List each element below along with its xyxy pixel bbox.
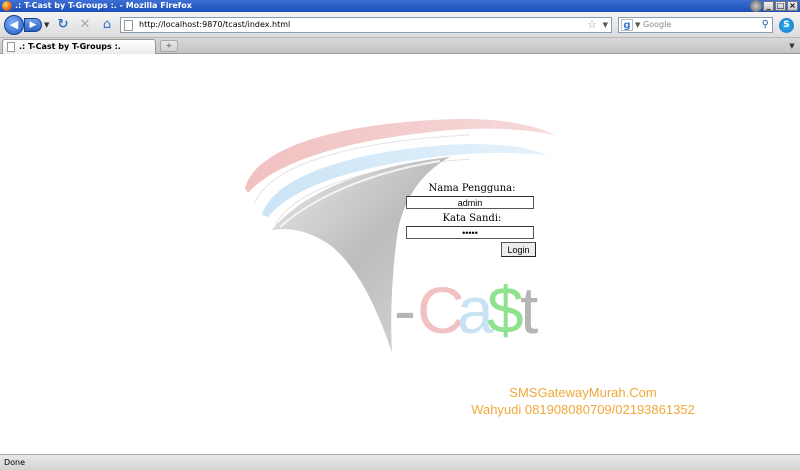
extension-icon[interactable] xyxy=(750,0,762,12)
username-label: Nama Pengguna: xyxy=(428,183,516,194)
window-titlebar: .: T-Cast by T-Groups :. - Mozilla Firef… xyxy=(0,0,800,12)
window-title: .: T-Cast by T-Groups :. - Mozilla Firef… xyxy=(15,1,192,10)
password-label: Kata Sandi: xyxy=(442,213,502,224)
address-url[interactable]: http://localhost:9870/tcast/index.html xyxy=(139,18,290,32)
bookmark-star-icon[interactable]: ☆ xyxy=(587,18,597,32)
close-button[interactable]: × xyxy=(787,1,798,11)
login-form: Nama Pengguna: Kata Sandi: Login xyxy=(403,182,541,257)
status-text: Done xyxy=(4,458,26,467)
tab-bar: .: T-Cast by T-Groups :. + ▼ xyxy=(0,38,800,54)
password-field[interactable] xyxy=(406,226,534,239)
back-icon[interactable]: ◀ xyxy=(4,15,24,35)
maximize-button[interactable]: □ xyxy=(775,1,786,11)
history-dropdown-icon[interactable]: ▼ xyxy=(44,21,49,29)
tab-tcast[interactable]: .: T-Cast by T-Groups :. xyxy=(2,39,156,54)
logo-dollar: $ xyxy=(487,273,524,347)
promo-contact: Wahyudi 081908080709/02193861352 xyxy=(471,402,695,417)
logo-prefix: - xyxy=(394,273,416,347)
forward-icon[interactable]: ▶ xyxy=(24,18,42,32)
logo-letter-t: t xyxy=(520,273,538,347)
search-bar[interactable]: g ▼ Google ⚲ xyxy=(618,17,773,33)
tab-label: .: T-Cast by T-Groups :. xyxy=(19,42,121,51)
page-content: - C a $ t Nama Pengguna: Kata Sandi: Log… xyxy=(0,55,800,454)
navigation-toolbar: ◀ ▶ ▼ ↻ ✕ ⌂ http://localhost:9870/tcast/… xyxy=(0,12,800,38)
search-input[interactable]: Google xyxy=(643,18,671,32)
tab-list-icon[interactable]: ▼ xyxy=(786,40,798,52)
back-forward-group: ◀ ▶ ▼ xyxy=(4,15,50,35)
tab-page-icon xyxy=(7,42,15,52)
firefox-icon xyxy=(2,1,12,11)
search-engine-icon[interactable]: g xyxy=(621,19,633,31)
promo-text: SMSGatewayMurah.Com Wahyudi 081908080709… xyxy=(458,384,708,418)
status-bar: Done xyxy=(0,454,800,470)
reload-icon[interactable]: ↻ xyxy=(56,18,70,32)
login-button-row: Login xyxy=(403,242,541,257)
minimize-button[interactable]: _ xyxy=(763,1,774,11)
login-button[interactable]: Login xyxy=(501,242,536,257)
search-icon[interactable]: ⚲ xyxy=(762,18,769,32)
address-bar[interactable]: http://localhost:9870/tcast/index.html ☆… xyxy=(120,17,612,33)
promo-website: SMSGatewayMurah.Com xyxy=(509,385,657,400)
search-engine-dropdown-icon[interactable]: ▼ xyxy=(635,18,640,32)
home-icon[interactable]: ⌂ xyxy=(100,18,114,32)
new-tab-button[interactable]: + xyxy=(160,40,178,52)
window-controls: _ □ × xyxy=(763,1,798,11)
url-dropdown-icon[interactable]: ▼ xyxy=(603,18,608,32)
username-field[interactable] xyxy=(406,196,534,209)
page-icon xyxy=(124,20,133,31)
stop-icon[interactable]: ✕ xyxy=(78,18,92,32)
skype-icon[interactable]: S xyxy=(779,18,794,33)
